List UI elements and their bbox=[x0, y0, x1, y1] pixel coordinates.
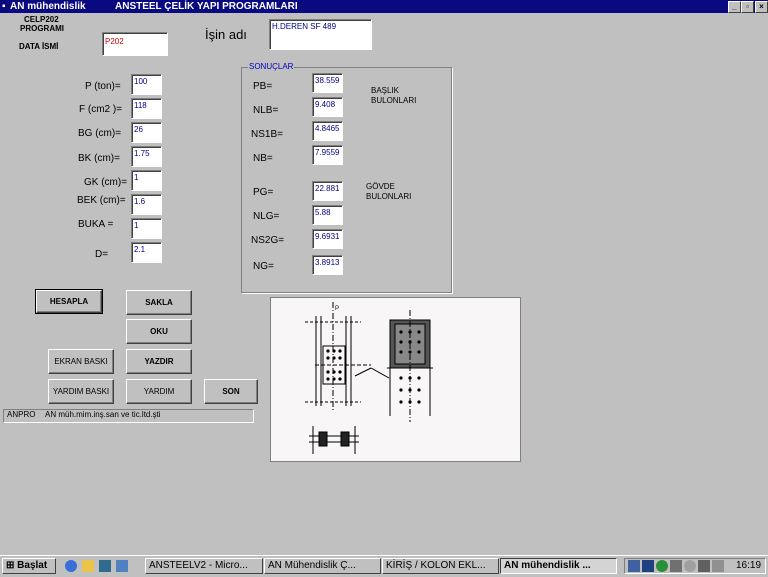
input-d[interactable]: 2.1 bbox=[131, 242, 162, 263]
web-note-1: GÖVDE bbox=[366, 182, 395, 191]
input-bg[interactable]: 26 bbox=[131, 122, 162, 143]
help-button[interactable]: YARDIM bbox=[126, 379, 192, 404]
input-label-gk: GK (cm)= bbox=[84, 177, 128, 188]
input-label-bk: BK (cm)= bbox=[78, 153, 120, 164]
result-label-ns2g: NS2G= bbox=[251, 235, 285, 246]
data-name-input[interactable]: P202 bbox=[102, 32, 168, 56]
tray-clock[interactable]: 16:19 bbox=[736, 560, 761, 571]
bolted-splice-diagram: P bbox=[305, 302, 433, 454]
flange-note-1: BAŞLIK bbox=[371, 86, 400, 95]
results-group bbox=[241, 67, 452, 293]
results-group-title: SONUÇLAR bbox=[248, 62, 295, 71]
result-label-pb: PB= bbox=[253, 81, 273, 92]
taskbar-item-kiris-kolon[interactable]: KİRİŞ / KOLON EKL... bbox=[382, 558, 499, 574]
app-icon: ▪ bbox=[2, 1, 6, 12]
internet-explorer-icon[interactable] bbox=[65, 560, 77, 572]
taskbar-item-active-window[interactable]: AN mühendislik ... bbox=[500, 558, 617, 574]
input-label-bg: BG (cm)= bbox=[78, 128, 122, 139]
result-label-nlb: NLB= bbox=[253, 105, 279, 116]
start-button[interactable]: ⊞ Başlat bbox=[2, 558, 56, 574]
show-desktop-icon[interactable] bbox=[99, 560, 111, 572]
title-bar[interactable]: ▪ AN mühendislik ANSTEEL ÇELİK YAPI PROG… bbox=[0, 0, 768, 13]
exit-button[interactable]: SON bbox=[204, 379, 258, 404]
status-bar: ANPRO AN müh.mim.inş.san ve tic.ltd.şti bbox=[3, 409, 254, 423]
input-gk[interactable]: 1 bbox=[131, 170, 162, 191]
input-bk[interactable]: 1.75 bbox=[131, 146, 162, 167]
data-name-label: DATA İSMİ bbox=[19, 42, 59, 51]
taskbar-item-ansteelv2[interactable]: ANSTEELV2 - Micro... bbox=[145, 558, 263, 574]
flange-note-2: BULONLARI bbox=[371, 96, 417, 105]
system-tray: 16:19 bbox=[624, 558, 766, 574]
windows-logo-icon: ⊞ bbox=[6, 560, 15, 571]
program-label: PROGRAMI bbox=[20, 24, 64, 33]
input-bek[interactable]: 1.6 bbox=[131, 194, 162, 215]
load-marker: P bbox=[335, 306, 339, 312]
input-label-bek: BEK (cm)= bbox=[77, 195, 126, 206]
taskbar-item-an-muhendislik[interactable]: AN Mühendislik Ç... bbox=[264, 558, 381, 574]
minimize-button[interactable]: _ bbox=[728, 1, 741, 13]
result-nlb[interactable]: 9.408 bbox=[312, 97, 343, 117]
window-title: ANSTEEL ÇELİK YAPI PROGRAMLARI bbox=[115, 1, 298, 12]
input-buka[interactable]: 1 bbox=[131, 218, 162, 239]
print-button[interactable]: YAZDIR bbox=[126, 349, 192, 374]
tray-volume-icon[interactable] bbox=[712, 560, 724, 572]
status-code: ANPRO bbox=[7, 410, 36, 419]
web-note-2: BULONLARI bbox=[366, 192, 412, 201]
input-label-buka: BUKA = bbox=[78, 219, 114, 230]
tray-scheduler-icon[interactable] bbox=[698, 560, 710, 572]
result-label-ng: NG= bbox=[253, 261, 274, 272]
input-p[interactable]: 100 bbox=[131, 74, 162, 95]
input-f[interactable]: 118 bbox=[131, 98, 162, 119]
save-button[interactable]: SAKLA bbox=[126, 290, 192, 315]
close-button[interactable]: × bbox=[755, 1, 768, 13]
window-app-name: AN mühendislik bbox=[10, 1, 86, 12]
result-label-nb: NB= bbox=[253, 153, 273, 164]
result-pb[interactable]: 38.559 bbox=[312, 73, 343, 93]
job-name-input[interactable]: H.DEREN SF 489 bbox=[269, 19, 372, 50]
result-nb[interactable]: 7.9559 bbox=[312, 145, 343, 165]
result-ns2g[interactable]: 9.6931 bbox=[312, 229, 343, 249]
tray-keyboard-icon[interactable] bbox=[642, 560, 654, 572]
help-print-button[interactable]: YARDIM BASKI bbox=[48, 379, 114, 404]
input-label-f: F (cm2 )= bbox=[79, 104, 123, 115]
result-ns1b[interactable]: 4.8465 bbox=[312, 121, 343, 141]
tray-modem-icon[interactable] bbox=[684, 560, 696, 572]
start-label: Başlat bbox=[17, 560, 48, 571]
outlook-express-icon[interactable] bbox=[82, 560, 94, 572]
input-label-d: D= bbox=[95, 249, 109, 260]
tray-globe-icon[interactable] bbox=[656, 560, 668, 572]
maximize-button[interactable]: ▫ bbox=[741, 1, 754, 13]
result-label-ns1b: NS1B= bbox=[251, 129, 283, 140]
channels-icon[interactable] bbox=[116, 560, 128, 572]
connection-drawing: P bbox=[270, 297, 521, 462]
result-nlg[interactable]: 5.88 bbox=[312, 205, 343, 225]
job-name-label: İşin adı bbox=[205, 27, 247, 42]
tray-printer-icon[interactable] bbox=[670, 560, 682, 572]
result-label-nlg: NLG= bbox=[253, 211, 280, 222]
read-button[interactable]: OKU bbox=[126, 319, 192, 344]
screen-print-button[interactable]: EKRAN BASKI bbox=[48, 349, 114, 374]
status-company: AN müh.mim.inş.san ve tic.ltd.şti bbox=[45, 410, 161, 419]
result-ng[interactable]: 3.8913 bbox=[312, 255, 343, 275]
tray-network-icon[interactable] bbox=[628, 560, 640, 572]
taskbar: ⊞ Başlat ANSTEELV2 - Micro... AN Mühendi… bbox=[0, 555, 768, 577]
calculate-button[interactable]: HESAPLA bbox=[35, 289, 103, 314]
result-pg[interactable]: 22.881 bbox=[312, 181, 343, 201]
result-label-pg: PG= bbox=[253, 187, 274, 198]
program-code: CELP202 bbox=[24, 15, 59, 24]
quick-launch bbox=[62, 559, 137, 573]
input-label-p: P (ton)= bbox=[85, 81, 121, 92]
